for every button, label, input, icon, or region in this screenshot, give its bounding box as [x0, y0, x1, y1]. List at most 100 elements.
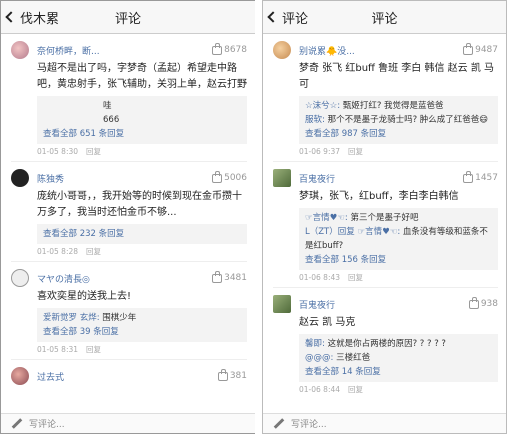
page-title: 评论	[371, 11, 398, 27]
username[interactable]: 百鬼夜行	[299, 298, 469, 311]
like-count: 3481	[224, 273, 247, 283]
username[interactable]: 奈何桥畔，断...	[37, 44, 212, 57]
avatar[interactable]	[11, 269, 29, 287]
avatar[interactable]	[11, 169, 29, 187]
timestamp: 01-05 8:28	[37, 247, 79, 256]
back-label: 评论	[282, 11, 309, 27]
comment-text: 梦琪，张飞，红buff，李白李白韩信	[299, 191, 459, 202]
like-count: 1457	[475, 173, 498, 183]
chevron-left-icon	[5, 11, 17, 23]
header: 评论 评论	[263, 1, 506, 34]
username[interactable]: 百鬼夜行	[299, 172, 463, 185]
reply-box[interactable]: ☞言情♥☜: 第三个是墨子好吧 L（ZT）回复 ☞言情♥☜: 血条没有等级和蓝条…	[299, 208, 498, 270]
comment-text: 赵云 凯 马克	[299, 317, 356, 328]
like-button[interactable]: 3481	[212, 270, 247, 283]
reply-button[interactable]: 回复	[86, 147, 101, 156]
avatar[interactable]	[273, 41, 291, 59]
username[interactable]: 陈独秀	[37, 172, 212, 185]
view-all-replies-link[interactable]: 查看全部 14 条回复	[305, 365, 492, 379]
reply-author[interactable]: ☞言情♥☜:	[305, 213, 348, 223]
thumb-up-icon	[212, 42, 223, 55]
thumb-up-icon	[212, 270, 223, 283]
timestamp: 01-06 9:37	[299, 147, 341, 156]
right-comment-screen: 评论 评论 别说累🐥没... 9487 梦奇 张飞 红buff 鲁班 李白 韩信 …	[262, 0, 507, 434]
reply-text: 哇	[103, 101, 112, 111]
back-label: 伐木累	[20, 11, 60, 27]
view-all-replies-link[interactable]: 查看全部 156 条回复	[305, 253, 492, 267]
reply-author[interactable]: ☆沫兮☆:	[305, 101, 340, 111]
timestamp: 01-05 8:31	[37, 345, 79, 354]
reply-author[interactable]: L（ZT）回复 ☞言情♥☜:	[305, 227, 400, 237]
reply-author[interactable]: 馨即:	[305, 339, 325, 349]
reply-box[interactable]: 馨即: 这就是你占两楼的原因? ? ? ? ? @@@: 三楼红爸 查看全部 1…	[299, 334, 498, 382]
comment-input-bar[interactable]: 写评论...	[263, 413, 506, 433]
reply-button[interactable]: 回复	[348, 385, 363, 394]
username[interactable]: マヤの清長◎	[37, 272, 212, 285]
comment-text: 庞统小哥哥，，我开始等的时候到现在金币攒十万多了，我当时还怕金币不够...	[37, 191, 242, 218]
comment-item: 百鬼夜行 1457 梦琪，张飞，红buff，李白李白韩信 ☞言情♥☜: 第三个是墨…	[263, 162, 506, 288]
reply-author[interactable]: 爱新觉罗 玄烨:	[43, 313, 100, 323]
chevron-left-icon	[267, 11, 279, 23]
username[interactable]: 别说累🐥没...	[299, 44, 463, 57]
reply-box[interactable]: ☆沫兮☆: 甄姬打红? 我觉得是蓝爸爸 服软: 那个不是墨子龙骑士吗? 肿么成了…	[299, 96, 498, 144]
comment-item: 陈独秀 5006 庞统小哥哥，，我开始等的时候到现在金币攒十万多了，我当时还怕金币…	[1, 162, 255, 262]
like-count: 8678	[224, 45, 247, 55]
back-button[interactable]: 评论	[263, 8, 308, 27]
avatar[interactable]	[11, 367, 29, 385]
reply-text: 三楼红爸	[336, 353, 371, 363]
reply-text: 666	[103, 115, 120, 125]
comment-input-placeholder[interactable]: 写评论...	[29, 417, 65, 430]
reply-text: 甄姬打红? 我觉得是蓝爸爸	[342, 101, 444, 111]
avatar[interactable]	[273, 169, 291, 187]
comment-input-bar[interactable]: 写评论...	[1, 413, 255, 433]
like-button[interactable]: 381	[217, 368, 247, 381]
view-all-replies-link[interactable]: 查看全部 651 条回复	[43, 127, 241, 141]
like-button[interactable]: 9487	[463, 42, 498, 55]
reply-button[interactable]: 回复	[348, 273, 363, 282]
view-all-replies-link[interactable]: 查看全部 232 条回复	[43, 227, 241, 241]
like-button[interactable]: 5006	[212, 170, 247, 183]
like-button[interactable]: 1457	[463, 170, 498, 183]
view-all-replies-link[interactable]: 查看全部 987 条回复	[305, 127, 492, 141]
back-button[interactable]: 伐木累	[1, 8, 59, 27]
reply-button[interactable]: 回复	[348, 147, 363, 156]
timestamp: 01-05 8:30	[37, 147, 79, 156]
view-all-replies-link[interactable]: 查看全部 39 条回复	[43, 325, 241, 339]
left-comment-screen: 伐木累 评论 奈何桥畔，断... 8678 马超不是出了吗，字梦奇（孟起）希望走中…	[0, 0, 255, 434]
reply-button[interactable]: 回复	[86, 247, 101, 256]
comment-item: 百鬼夜行 938 赵云 凯 马克 馨即: 这就是你占两楼的原因? ? ? ? ? …	[263, 288, 506, 396]
avatar[interactable]	[273, 295, 291, 313]
reply-text: 第三个是墨子好吧	[350, 213, 419, 223]
reply-text: 围棋少年	[102, 313, 137, 323]
like-count: 9487	[475, 45, 498, 55]
thumb-up-icon	[217, 368, 228, 381]
comment-item: 过去式 381	[1, 360, 255, 387]
reply-author[interactable]: @@@:	[305, 353, 333, 363]
reply-text: 这就是你占两楼的原因? ? ? ? ?	[327, 339, 446, 349]
pencil-icon	[11, 418, 23, 429]
comment-text: 喜欢奕星的送我上去!	[37, 291, 132, 302]
thumb-up-icon	[463, 42, 474, 55]
like-button[interactable]: 938	[468, 296, 498, 309]
like-count: 938	[480, 299, 498, 309]
comment-item: 别说累🐥没... 9487 梦奇 张飞 红buff 鲁班 李白 韩信 赵云 凯 马…	[263, 34, 506, 162]
header: 伐木累 评论	[1, 1, 255, 34]
reply-author[interactable]: 服软:	[305, 115, 325, 125]
reply-box[interactable]: 爱新觉罗 玄烨: 围棋少年 查看全部 39 条回复	[37, 308, 247, 342]
avatar[interactable]	[11, 41, 29, 59]
timestamp: 01-06 8:43	[299, 273, 341, 282]
comment-input-placeholder[interactable]: 写评论...	[291, 417, 327, 430]
reply-box[interactable]: 查看全部 232 条回复	[37, 224, 247, 244]
comment-text: 马超不是出了吗，字梦奇（孟起）希望走中路吧，黄忠射手，张飞辅助，关羽上单，赵云打…	[37, 63, 247, 90]
thumb-up-icon	[468, 296, 479, 309]
reply-box[interactable]: 哇 666 查看全部 651 条回复	[37, 96, 247, 144]
timestamp: 01-06 8:44	[299, 385, 341, 394]
username[interactable]: 过去式	[37, 370, 218, 383]
reply-button[interactable]: 回复	[86, 345, 101, 354]
like-count: 5006	[224, 173, 247, 183]
thumb-up-icon	[463, 170, 474, 183]
pencil-icon	[273, 418, 285, 429]
comment-text: 梦奇 张飞 红buff 鲁班 李白 韩信 赵云 凯 马可	[299, 63, 495, 90]
like-button[interactable]: 8678	[212, 42, 247, 55]
thumb-up-icon	[212, 170, 223, 183]
